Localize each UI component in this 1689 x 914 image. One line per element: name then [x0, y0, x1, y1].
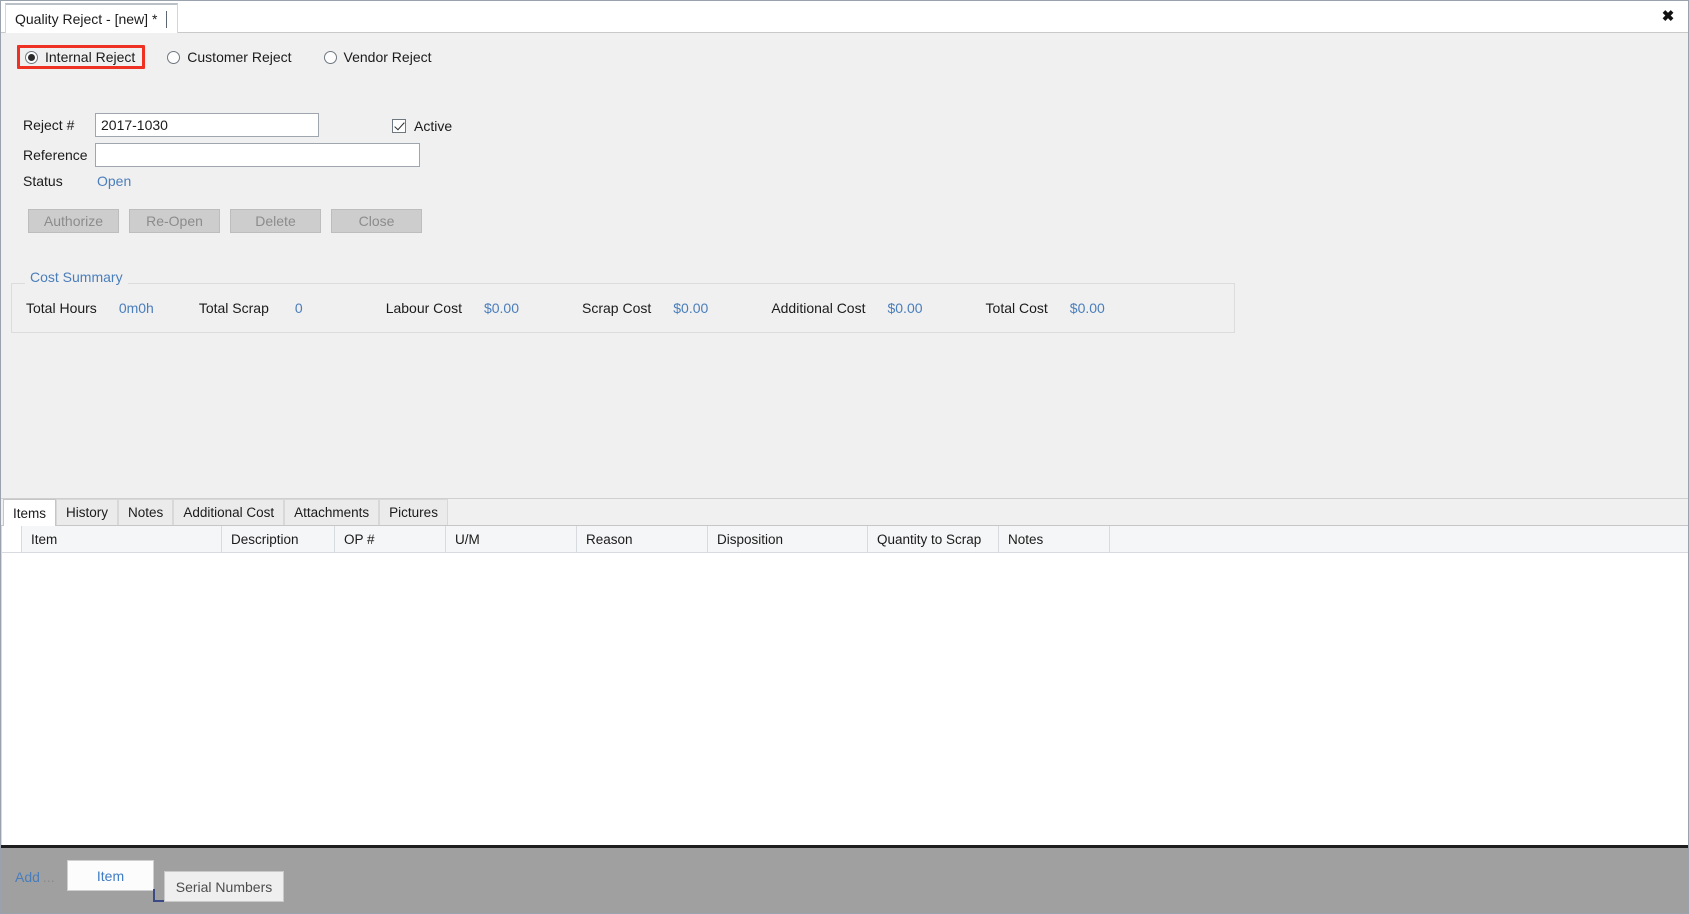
add-menu-trigger[interactable]: Add... — [15, 869, 55, 885]
action-button-row: Authorize Re-Open Delete Close — [28, 209, 422, 233]
tab-additional-cost[interactable]: Additional Cost — [173, 499, 285, 525]
active-checkbox-row[interactable]: Active — [392, 118, 452, 134]
cost-summary-row: Total Hours 0m0h Total Scrap 0 Labour Co… — [11, 296, 1235, 320]
cost-additional-label: Additional Cost — [771, 300, 866, 316]
tab-items[interactable]: Items — [3, 499, 57, 526]
row-selector-column — [2, 526, 22, 552]
reject-type-radio-group: Internal Reject Customer Reject Vendor R… — [17, 45, 442, 69]
cost-total-scrap-label: Total Scrap — [198, 300, 269, 316]
column-op-number[interactable]: OP # — [335, 526, 446, 552]
cost-additional: Additional Cost $0.00 — [771, 300, 922, 316]
cost-labour-label: Labour Cost — [385, 300, 462, 316]
cost-labour-value: $0.00 — [483, 300, 520, 316]
detail-tabstrip: Items History Notes Additional Cost Atta… — [1, 499, 1688, 526]
reference-label: Reference — [23, 147, 88, 163]
cost-total-label: Total Cost — [985, 300, 1048, 316]
items-grid-header: Item Description OP # U/M Reason Disposi… — [2, 526, 1688, 553]
cost-scrap-value: $0.00 — [673, 300, 709, 316]
radio-vendor-reject-label: Vendor Reject — [343, 49, 432, 65]
tab-attachments[interactable]: Attachments — [284, 499, 380, 525]
cost-total-scrap-value: 0 — [294, 300, 303, 316]
radio-unselected-icon — [323, 50, 337, 64]
detail-panel: Items History Notes Additional Cost Atta… — [1, 499, 1688, 845]
close-icon[interactable]: ✖ — [1657, 5, 1679, 27]
column-um[interactable]: U/M — [446, 526, 577, 552]
active-label: Active — [414, 118, 453, 134]
text-caret — [166, 10, 168, 28]
reject-form-panel: Internal Reject Customer Reject Vendor R… — [1, 33, 1688, 499]
reject-number-row: Reject # — [23, 113, 319, 137]
tab-notes[interactable]: Notes — [118, 499, 174, 525]
radio-vendor-reject[interactable]: Vendor Reject — [316, 45, 442, 69]
add-label: Add — [15, 869, 40, 885]
items-grid: Item Description OP # U/M Reason Disposi… — [1, 526, 1688, 845]
column-notes[interactable]: Notes — [999, 526, 1110, 552]
cost-labour: Labour Cost $0.00 — [386, 300, 519, 316]
cost-total-hours-label: Total Hours — [26, 300, 97, 316]
cost-total-scrap: Total Scrap 0 — [199, 300, 303, 316]
tab-pictures[interactable]: Pictures — [379, 499, 448, 525]
status-row: Status Open — [23, 173, 131, 189]
radio-selected-icon — [25, 50, 38, 64]
column-description[interactable]: Description — [222, 526, 335, 552]
reject-number-input[interactable] — [95, 113, 319, 137]
menu-item-serial-numbers[interactable]: Serial Numbers — [164, 871, 284, 902]
menu-item-item[interactable]: Item — [67, 860, 154, 891]
reference-input[interactable] — [95, 143, 420, 167]
cost-scrap-label: Scrap Cost — [582, 300, 652, 316]
cost-total: Total Cost $0.00 — [986, 300, 1105, 316]
titlebar: Quality Reject - [new] * ✖ — [1, 1, 1688, 33]
radio-unselected-icon — [167, 50, 181, 64]
document-tab[interactable]: Quality Reject - [new] * — [5, 3, 179, 33]
cost-scrap: Scrap Cost $0.00 — [582, 300, 708, 316]
radio-customer-reject[interactable]: Customer Reject — [159, 45, 301, 69]
add-ellipsis: ... — [42, 869, 55, 885]
column-quantity-to-scrap[interactable]: Quantity to Scrap — [868, 526, 999, 552]
status-label: Status — [23, 173, 63, 189]
column-reason[interactable]: Reason — [577, 526, 708, 552]
reference-row: Reference — [23, 143, 420, 167]
radio-internal-reject[interactable]: Internal Reject — [17, 45, 146, 69]
delete-button[interactable]: Delete — [230, 209, 321, 233]
status-value: Open — [97, 173, 132, 189]
cost-additional-value: $0.00 — [887, 300, 923, 316]
cost-total-hours-value: 0m0h — [118, 300, 154, 316]
close-button[interactable]: Close — [331, 209, 422, 233]
cost-summary-title: Cost Summary — [25, 269, 128, 285]
tab-history[interactable]: History — [56, 499, 119, 525]
reject-number-label: Reject # — [23, 117, 75, 133]
cost-total-value: $0.00 — [1069, 300, 1105, 316]
checkbox-checked-icon — [392, 119, 406, 133]
footer-toolbar: Add... Item Serial Numbers — [1, 845, 1688, 913]
column-item[interactable]: Item — [22, 526, 222, 552]
radio-internal-reject-label: Internal Reject — [45, 49, 136, 65]
document-tab-label: Quality Reject - [new] * — [15, 11, 158, 27]
column-disposition[interactable]: Disposition — [708, 526, 868, 552]
quality-reject-window: Quality Reject - [new] * ✖ Internal Reje… — [0, 0, 1689, 914]
items-grid-body[interactable] — [2, 553, 1688, 845]
reopen-button[interactable]: Re-Open — [129, 209, 220, 233]
authorize-button[interactable]: Authorize — [28, 209, 119, 233]
radio-customer-reject-label: Customer Reject — [187, 49, 292, 65]
cost-total-hours: Total Hours 0m0h — [26, 300, 154, 316]
